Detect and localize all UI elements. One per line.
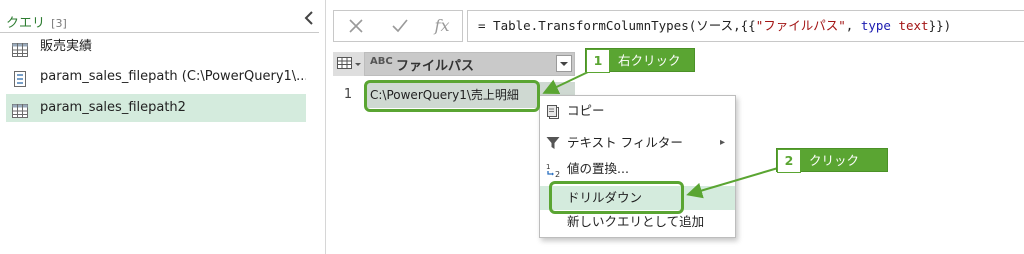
formula-input[interactable]: = Table.TransformColumnTypes(ソース,{{"ファイル… [467, 10, 1024, 42]
menu-item-replace-values[interactable]: 12 値の置換... [540, 157, 735, 181]
query-item-sales[interactable]: 販売実績 [6, 33, 306, 61]
context-menu: コピー テキスト フィルター ▸ 12 値の置換... ドリルダウン 新しいクエ… [539, 95, 736, 238]
chevron-down-icon[interactable] [556, 55, 572, 72]
table-icon [12, 101, 28, 118]
chevron-right-icon: ▸ [719, 137, 725, 148]
formula-string: "ファイルパス" [755, 18, 846, 33]
query-item-label: param_sales_filepath2 [40, 100, 186, 115]
formula-keyword: type [860, 18, 891, 33]
parameter-icon [12, 70, 28, 87]
formula-suffix: }}) [928, 18, 952, 33]
formula-type: text [890, 18, 929, 33]
menu-item-label: 値の置換... [567, 161, 629, 176]
formula-separator: , [845, 18, 861, 33]
replace-values-icon: 12 [546, 162, 560, 179]
copy-icon [546, 104, 560, 119]
menu-item-label: テキスト フィルター [567, 135, 683, 150]
callout-step2: 2 クリック [776, 148, 888, 173]
fx-button[interactable]: fx [422, 11, 462, 41]
callout-text: クリック [809, 153, 860, 168]
query-item-label: param_sales_filepath (C:\PowerQuery1\... [40, 69, 306, 84]
queries-title: クエリ [6, 16, 46, 31]
svg-text:1: 1 [546, 163, 550, 171]
table-icon [12, 40, 28, 57]
column-header-label[interactable]: ファイルパス [396, 55, 474, 74]
pane-divider[interactable] [325, 0, 326, 254]
queries-pane-header: クエリ [3] [6, 12, 67, 32]
column-type-icon[interactable]: ABC [370, 56, 393, 67]
chevron-left-icon[interactable] [301, 10, 317, 28]
callout-number: 2 [777, 149, 801, 173]
table-menu-icon[interactable] [333, 52, 365, 76]
checkmark-icon[interactable] [380, 11, 420, 41]
callout-text: 右クリック [618, 53, 681, 68]
menu-item-copy[interactable]: コピー [540, 99, 735, 123]
callout-number: 1 [586, 49, 610, 73]
menu-item-label: コピー [567, 103, 605, 118]
svg-text:2: 2 [555, 170, 560, 178]
filter-icon [546, 136, 560, 150]
highlight-drilldown [549, 181, 684, 214]
close-icon[interactable] [336, 11, 376, 41]
row-number: 1 [343, 87, 353, 102]
formula-prefix: = Table.TransformColumnTypes(ソース,{{ [478, 18, 756, 33]
menu-item-text-filter[interactable]: テキスト フィルター ▸ [540, 131, 735, 155]
query-item-label: 販売実績 [40, 39, 93, 54]
callout-step1: 1 右クリック [585, 48, 695, 73]
query-item-param-filepath2[interactable]: param_sales_filepath2 [6, 94, 306, 122]
formula-bar-buttons: fx [333, 10, 463, 42]
highlight-cell [364, 80, 540, 112]
query-item-param-filepath[interactable]: param_sales_filepath (C:\PowerQuery1\... [6, 63, 306, 91]
queries-count: [3] [51, 17, 67, 30]
